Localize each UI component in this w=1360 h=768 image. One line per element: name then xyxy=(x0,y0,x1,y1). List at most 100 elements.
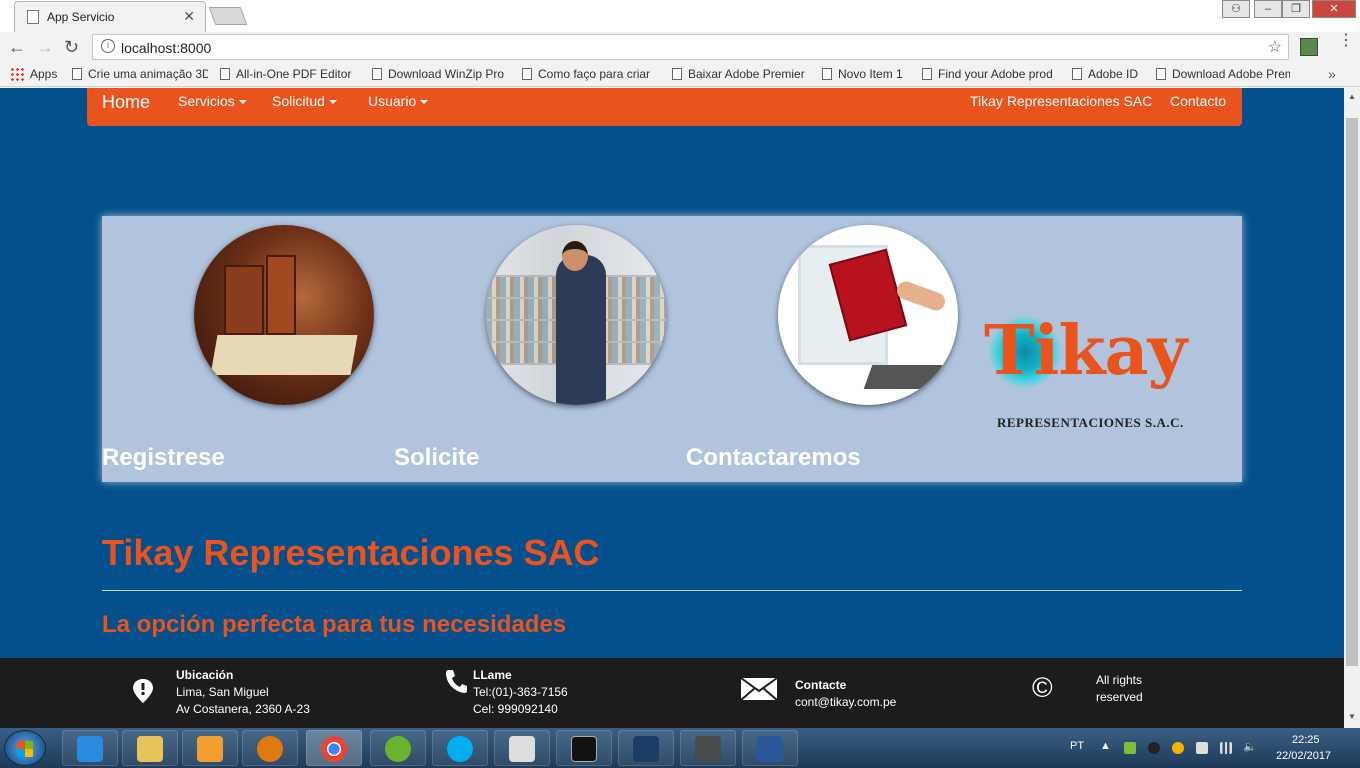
maximize-button[interactable]: ❐ xyxy=(1282,0,1310,18)
contact-title: Contacte xyxy=(795,678,847,692)
chrome-icon xyxy=(321,736,347,762)
bookmark-item[interactable]: Find your Adobe prod xyxy=(922,67,1058,81)
caret-down-icon xyxy=(238,100,247,104)
info-icon[interactable]: i xyxy=(101,39,115,53)
network-icon[interactable] xyxy=(1220,742,1232,754)
divider xyxy=(102,590,1242,591)
nav-usuario-dropdown[interactable]: Usuario xyxy=(368,93,429,109)
nav-company-link[interactable]: Tikay Representaciones SAC xyxy=(970,93,1152,109)
taskbar-photoshop[interactable] xyxy=(618,730,674,766)
tray-app-icon[interactable] xyxy=(1196,742,1208,754)
page-icon xyxy=(372,68,382,80)
tab-strip: App Servicio ✕ xyxy=(0,0,1215,32)
rights-line: reserved xyxy=(1096,690,1143,704)
volume-icon[interactable]: 🔈 xyxy=(1243,740,1257,753)
phone-icon xyxy=(446,670,467,693)
call-title: LLame xyxy=(473,668,512,682)
bookmark-item[interactable]: Novo Item 1 xyxy=(822,67,910,81)
menu-icon[interactable]: ⋮ xyxy=(1338,33,1354,49)
scrollbar-thumb[interactable] xyxy=(1346,118,1358,666)
copyright-icon: © xyxy=(1032,672,1053,703)
bookmark-item[interactable]: Download WinZip Pro xyxy=(372,67,508,81)
taskbar-sublime[interactable] xyxy=(680,730,736,766)
windows-taskbar: PT ▲ 🔈 22:25 22/02/2017 xyxy=(0,728,1360,768)
taskbar-word[interactable] xyxy=(742,730,798,766)
tray-app-icon[interactable] xyxy=(1172,742,1184,754)
bookmark-apps[interactable]: Apps xyxy=(10,67,70,81)
taskbar-app[interactable] xyxy=(242,730,298,766)
utorrent-icon xyxy=(385,736,411,762)
taskbar-explorer[interactable] xyxy=(122,730,178,766)
page-icon xyxy=(72,68,82,80)
page-viewport: Home Servicios Solicitud Usuario Tikay R… xyxy=(0,88,1344,728)
show-hidden-icons-icon[interactable]: ▲ xyxy=(1100,740,1111,752)
clock-date[interactable]: 22/02/2017 xyxy=(1276,750,1331,762)
bookmark-item[interactable]: Adobe ID xyxy=(1072,67,1146,81)
tray-app-icon[interactable] xyxy=(1124,742,1136,754)
bookmark-item[interactable]: Crie uma animação 3D xyxy=(72,67,208,81)
scroll-up-icon[interactable]: ▲ xyxy=(1348,92,1356,101)
nav-solicitud-dropdown[interactable]: Solicitud xyxy=(272,93,337,109)
call-phone[interactable]: Tel:(01)-363-7156 xyxy=(473,685,568,699)
forward-icon[interactable]: → xyxy=(36,37,54,58)
bookmark-item[interactable]: Como faço para criar xyxy=(522,67,658,81)
minimize-button[interactable]: – xyxy=(1254,0,1282,18)
browser-tab[interactable]: App Servicio ✕ xyxy=(14,1,206,32)
page-icon xyxy=(27,10,39,24)
scroll-down-icon[interactable]: ▼ xyxy=(1348,712,1356,721)
rights-line: All rights xyxy=(1096,673,1143,687)
bookmark-item[interactable]: Baixar Adobe Premier xyxy=(672,67,810,81)
taskbar-321[interactable] xyxy=(494,730,550,766)
taskbar-skype[interactable] xyxy=(432,730,488,766)
bookmark-item[interactable]: Download Adobe Prem xyxy=(1156,67,1290,81)
back-icon[interactable]: ← xyxy=(8,37,26,58)
caption-solicite: Solicite xyxy=(394,444,480,471)
taskbar-utorrent[interactable] xyxy=(370,730,426,766)
taskbar-chrome[interactable] xyxy=(306,730,362,766)
caret-down-icon xyxy=(420,100,429,104)
student-library-image xyxy=(486,225,666,405)
taskbar-media[interactable] xyxy=(182,730,238,766)
page-subtitle: La opción perfecta para tus necesidades xyxy=(102,611,567,638)
more-bookmarks-icon[interactable]: » xyxy=(1328,66,1336,82)
close-window-button[interactable]: ✕ xyxy=(1312,0,1356,18)
nav-contacto-link[interactable]: Contacto xyxy=(1170,93,1226,109)
contact-email[interactable]: cont@tikay.com.pe xyxy=(795,695,896,709)
main-navbar: Home Servicios Solicitud Usuario Tikay R… xyxy=(87,88,1242,126)
nav-servicios-dropdown[interactable]: Servicios xyxy=(178,93,247,109)
address-bar[interactable]: i localhost:8000 ☆ xyxy=(92,34,1289,60)
tray-app-icon[interactable] xyxy=(1148,742,1160,754)
page-icon xyxy=(922,68,932,80)
page-scrollbar[interactable]: ▲ ▼ xyxy=(1344,88,1360,728)
extension-icon[interactable] xyxy=(1300,38,1318,56)
envelope-icon xyxy=(740,677,778,701)
folder-icon xyxy=(137,736,163,762)
ebook-image xyxy=(778,225,958,405)
page-icon xyxy=(522,68,532,80)
bookmark-star-icon[interactable]: ☆ xyxy=(1268,37,1282,57)
new-tab-button[interactable] xyxy=(208,7,248,25)
close-tab-icon[interactable]: ✕ xyxy=(183,8,195,25)
internet-explorer-icon xyxy=(77,736,103,762)
call-mobile[interactable]: Cel: 999092140 xyxy=(473,702,558,716)
page-icon xyxy=(822,68,832,80)
footer: Ubicación Lima, San Miguel Av Costanera,… xyxy=(0,658,1344,728)
browser-tab-bar: App Servicio ✕ ⚇ – ❐ ✕ xyxy=(0,0,1360,32)
nav-home-link[interactable]: Home xyxy=(102,92,150,113)
media-player-icon xyxy=(197,736,223,762)
logo-subtitle: REPRESENTACIONES S.A.C. xyxy=(997,415,1184,430)
location-line: Av Costanera, 2360 A-23 xyxy=(176,702,310,716)
clock-time[interactable]: 22:25 xyxy=(1292,734,1320,746)
bookmark-item[interactable]: All-in-One PDF Editor xyxy=(220,67,358,81)
photoshop-icon xyxy=(633,736,659,762)
reload-icon[interactable]: ↻ xyxy=(64,37,79,58)
sun-icon xyxy=(257,736,283,762)
taskbar-ie[interactable] xyxy=(62,730,118,766)
page-icon xyxy=(220,68,230,80)
start-button[interactable] xyxy=(4,730,46,766)
caption-registrese: Registrese xyxy=(102,444,225,471)
taskbar-cmd[interactable] xyxy=(556,730,612,766)
language-indicator[interactable]: PT xyxy=(1070,740,1084,752)
user-icon[interactable]: ⚇ xyxy=(1222,0,1250,18)
location-line: Lima, San Miguel xyxy=(176,685,269,699)
